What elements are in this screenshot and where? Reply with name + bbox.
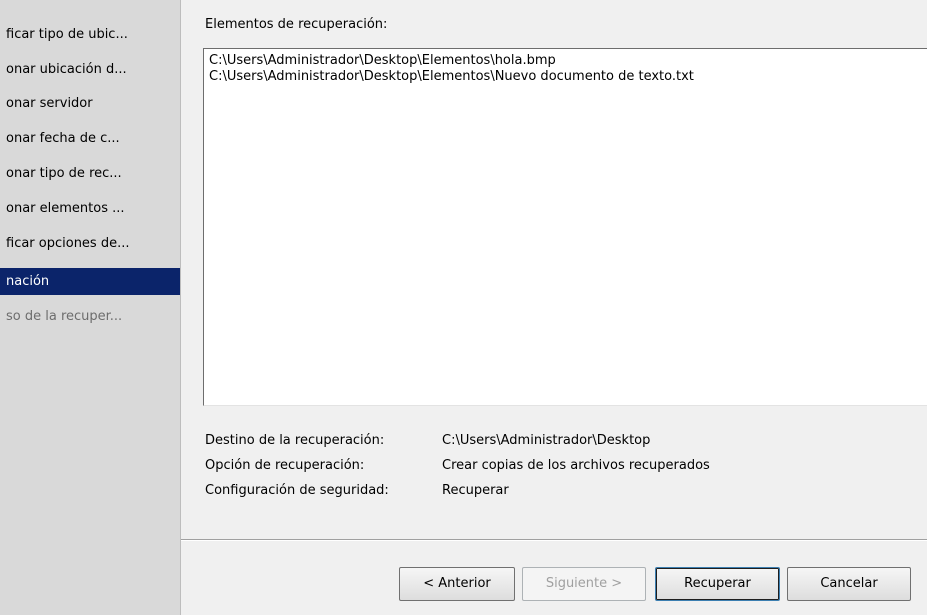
security-value: Recuperar: [442, 483, 509, 498]
next-button: Siguiente >: [522, 567, 646, 601]
step-confirmation[interactable]: nación: [0, 268, 180, 295]
wizard-button-bar: < Anterior Siguiente > Recuperar Cancela…: [181, 542, 927, 615]
confirmation-page: Elementos de recuperación: C:\Users\Admi…: [181, 0, 927, 540]
button-bar-separator: [181, 539, 927, 541]
recover-button[interactable]: Recuperar: [655, 567, 780, 601]
step-select-recovery-type[interactable]: onar tipo de rec...: [0, 160, 180, 187]
wizard-steps-panel: ficar tipo de ubic... onar ubicación d..…: [0, 0, 181, 615]
step-select-server[interactable]: onar servidor: [0, 90, 180, 117]
back-button[interactable]: < Anterior: [399, 567, 515, 601]
cancel-button[interactable]: Cancelar: [787, 567, 911, 601]
recovery-option-value: Crear copias de los archivos recuperados: [442, 458, 710, 473]
step-select-date[interactable]: onar fecha de c...: [0, 125, 180, 152]
destination-label: Destino de la recuperación:: [205, 433, 385, 448]
step-specify-options[interactable]: ficar opciones de...: [0, 230, 180, 257]
recovery-items-list[interactable]: C:\Users\Administrador\Desktop\Elementos…: [203, 48, 927, 406]
list-item[interactable]: C:\Users\Administrador\Desktop\Elementos…: [209, 69, 927, 85]
step-specify-location-type[interactable]: ficar tipo de ubic...: [0, 21, 180, 48]
recovery-items-label: Elementos de recuperación:: [205, 17, 388, 32]
destination-value: C:\Users\Administrador\Desktop: [442, 433, 651, 448]
list-item[interactable]: C:\Users\Administrador\Desktop\Elementos…: [209, 53, 927, 69]
step-select-location[interactable]: onar ubicación d...: [0, 56, 180, 83]
recovery-option-label: Opción de recuperación:: [205, 458, 365, 473]
step-recovery-progress: so de la recuper...: [6, 309, 123, 324]
step-select-items[interactable]: onar elementos ...: [0, 195, 180, 222]
security-label: Configuración de seguridad:: [205, 483, 389, 498]
